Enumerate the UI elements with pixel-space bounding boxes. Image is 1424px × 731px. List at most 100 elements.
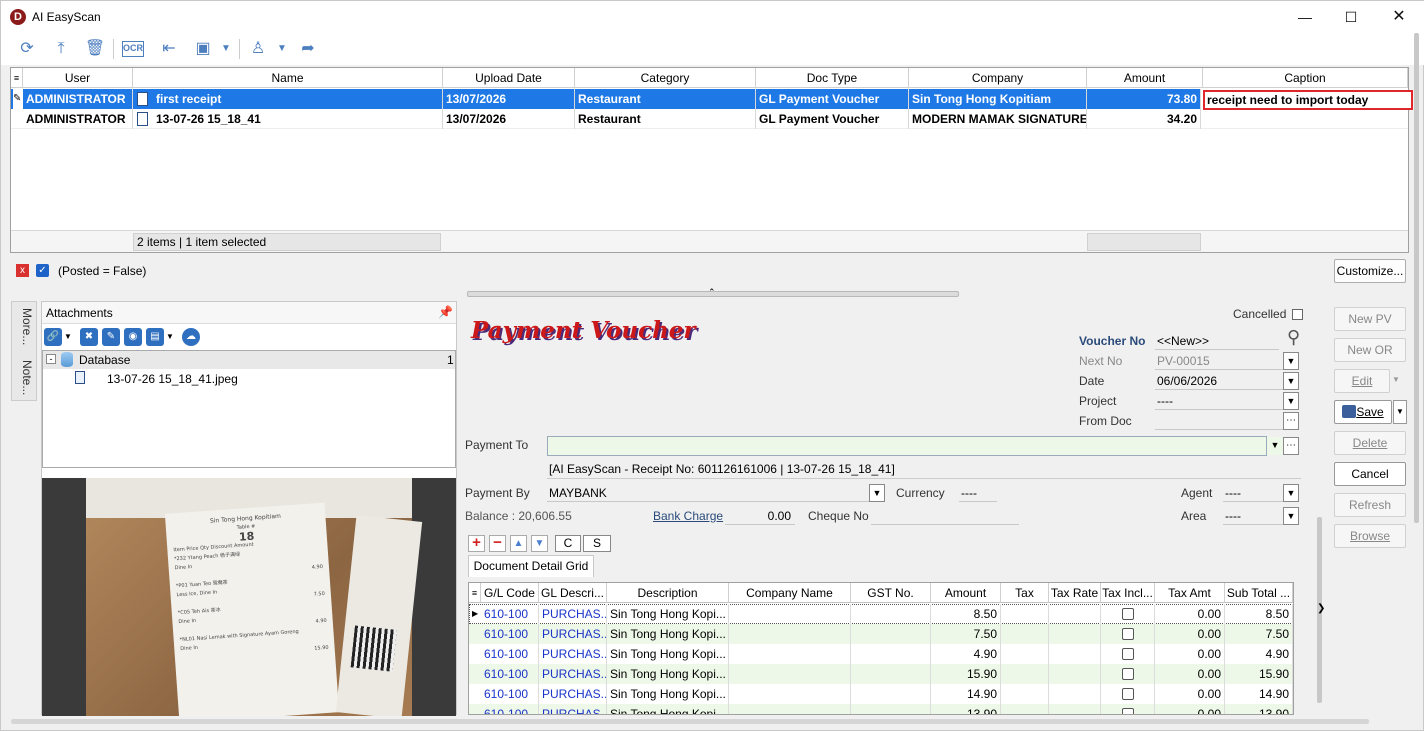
- tax-inclusive-checkbox[interactable]: [1121, 628, 1134, 640]
- layout-dropdown-icon[interactable]: ▼: [219, 38, 233, 60]
- cell-rate[interactable]: [1049, 704, 1101, 714]
- cheque-no-input[interactable]: [871, 507, 1019, 525]
- cell-amount[interactable]: 4.90: [931, 644, 1001, 664]
- col-user[interactable]: User: [23, 68, 133, 88]
- cell-company[interactable]: [729, 664, 851, 684]
- cell-rate[interactable]: [1049, 624, 1101, 644]
- search-icon[interactable]: ⚲: [1287, 327, 1300, 348]
- cell-tax-amt[interactable]: 0.00: [1155, 704, 1225, 714]
- agent-dropdown[interactable]: ▼: [1283, 484, 1299, 502]
- cell-gl[interactable]: 610-100: [481, 644, 539, 664]
- user-dropdown-icon[interactable]: ▼: [275, 38, 289, 60]
- cell-desc[interactable]: Sin Tong Hong Kopi...: [607, 604, 729, 624]
- cell-gst[interactable]: [851, 704, 931, 714]
- col-description[interactable]: Description: [607, 583, 729, 603]
- filter-checkbox[interactable]: ✓: [36, 264, 49, 277]
- chevron-up-icon[interactable]: ⌃: [708, 287, 716, 298]
- panel-splitter[interactable]: ⌃: [467, 287, 959, 297]
- cell-desc[interactable]: Sin Tong Hong Kopi...: [607, 684, 729, 704]
- from-doc-browse[interactable]: ⋯: [1283, 412, 1299, 430]
- area-dropdown[interactable]: ▼: [1283, 507, 1299, 525]
- next-no-dropdown[interactable]: ▼: [1283, 352, 1299, 370]
- project-dropdown[interactable]: ▼: [1283, 392, 1299, 410]
- cell-gl-desc[interactable]: PURCHAS...: [539, 624, 607, 644]
- table-row[interactable]: ✎ ADMINISTRATOR first receipt 13/07/2026…: [11, 89, 1201, 109]
- agent-input[interactable]: ----: [1223, 484, 1283, 502]
- minimize-button[interactable]: —: [1295, 7, 1315, 27]
- cell-company[interactable]: [729, 624, 851, 644]
- detail-row[interactable]: ▶ 610-100 PURCHAS... Sin Tong Hong Kopi... 8…: [469, 604, 1293, 624]
- tab-document-detail-grid[interactable]: Document Detail Grid: [468, 555, 594, 577]
- detail-row[interactable]: 610-100 PURCHAS... Sin Tong Hong Kopi... 7.…: [469, 624, 1293, 644]
- cell-gl-desc[interactable]: PURCHAS...: [539, 704, 607, 714]
- col-sub-total[interactable]: Sub Total ...: [1225, 583, 1293, 603]
- tree-root-row[interactable]: - Database 1: [43, 351, 455, 369]
- payment-by-input[interactable]: MAYBANK: [547, 484, 869, 502]
- from-doc-input[interactable]: [1155, 412, 1283, 430]
- cancelled-checkbox[interactable]: [1292, 309, 1303, 320]
- remove-row-icon[interactable]: −: [489, 535, 506, 552]
- cell-tax-amt[interactable]: 0.00: [1155, 644, 1225, 664]
- col-company[interactable]: Company: [909, 68, 1087, 88]
- date-dropdown[interactable]: ▼: [1283, 372, 1299, 390]
- bank-charge-link[interactable]: Bank Charge: [653, 509, 723, 523]
- horizontal-scrollbar[interactable]: [11, 719, 1369, 724]
- link-icon[interactable]: 🔗: [44, 328, 62, 346]
- col-tax-inclusive[interactable]: Tax Incl...: [1101, 583, 1155, 603]
- pencil-icon[interactable]: ✎: [102, 328, 120, 346]
- payment-to-dropdown[interactable]: ▼: [1267, 437, 1283, 455]
- col-gst-no[interactable]: GST No.: [851, 583, 931, 603]
- cell-amount[interactable]: 7.50: [931, 624, 1001, 644]
- cell-desc[interactable]: Sin Tong Hong Kopi...: [607, 664, 729, 684]
- tab-note[interactable]: Note...: [16, 360, 34, 395]
- refresh-button[interactable]: Refresh: [1334, 493, 1406, 517]
- delete-icon[interactable]: 🗑: [83, 38, 107, 60]
- save-disk-icon[interactable]: ▤: [146, 328, 164, 346]
- col-doc-type[interactable]: Doc Type: [756, 68, 909, 88]
- cell-rate[interactable]: [1049, 664, 1101, 684]
- col-caption[interactable]: Caption: [1203, 68, 1408, 88]
- cell-amount[interactable]: 8.50: [931, 604, 1001, 624]
- share-icon[interactable]: ➦: [296, 38, 320, 60]
- bank-charge-input[interactable]: 0.00: [725, 507, 795, 525]
- browse-button[interactable]: Browse: [1334, 524, 1406, 548]
- col-company-name[interactable]: Company Name: [729, 583, 851, 603]
- cell-gl[interactable]: 610-100: [481, 624, 539, 644]
- cell-sub[interactable]: 7.50: [1225, 624, 1293, 644]
- cell-amount[interactable]: 14.90: [931, 684, 1001, 704]
- tab-more[interactable]: More...: [16, 308, 34, 345]
- cell-gl[interactable]: 610-100: [481, 704, 539, 714]
- detail-menu-icon[interactable]: ≡: [469, 583, 481, 603]
- cell-rate[interactable]: [1049, 604, 1101, 624]
- col-amount[interactable]: Amount: [1087, 68, 1203, 88]
- area-input[interactable]: ----: [1223, 507, 1283, 525]
- col-category[interactable]: Category: [575, 68, 756, 88]
- chevron-down-icon[interactable]: ▼: [64, 332, 72, 341]
- trash-icon[interactable]: ✖: [80, 328, 98, 346]
- payment-to-input[interactable]: [547, 436, 1267, 456]
- tax-inclusive-checkbox[interactable]: [1121, 688, 1134, 700]
- cell-tax[interactable]: [1001, 684, 1049, 704]
- cell-gst[interactable]: [851, 624, 931, 644]
- detail-row[interactable]: 610-100 PURCHAS... Sin Tong Hong Kopi... 15…: [469, 664, 1293, 684]
- cell-rate[interactable]: [1049, 644, 1101, 664]
- add-row-icon[interactable]: +: [468, 535, 485, 552]
- upload-icon[interactable]: ⤒: [49, 38, 73, 60]
- cell-gl[interactable]: 610-100: [481, 604, 539, 624]
- detail-row[interactable]: 610-100 PURCHAS... Sin Tong Hong Kopi... 4.…: [469, 644, 1293, 664]
- cell-sub[interactable]: 14.90: [1225, 684, 1293, 704]
- delete-button[interactable]: Delete: [1334, 431, 1406, 455]
- cell-rate[interactable]: [1049, 684, 1101, 704]
- cell-gst[interactable]: [851, 684, 931, 704]
- cell-tax[interactable]: [1001, 644, 1049, 664]
- maximize-button[interactable]: ☐: [1341, 7, 1361, 27]
- cancel-button[interactable]: Cancel: [1334, 462, 1406, 486]
- cell-gst[interactable]: [851, 644, 931, 664]
- save-dropdown-icon[interactable]: ▼: [1393, 400, 1407, 424]
- voucher-no-input[interactable]: <<New>>: [1155, 332, 1279, 350]
- pin-icon[interactable]: 📌: [438, 305, 453, 319]
- cell-gl-desc[interactable]: PURCHAS...: [539, 684, 607, 704]
- outdent-icon[interactable]: ⇤: [157, 38, 181, 60]
- user-icon[interactable]: ♙: [246, 38, 270, 60]
- cell-sub[interactable]: 13.90: [1225, 704, 1293, 714]
